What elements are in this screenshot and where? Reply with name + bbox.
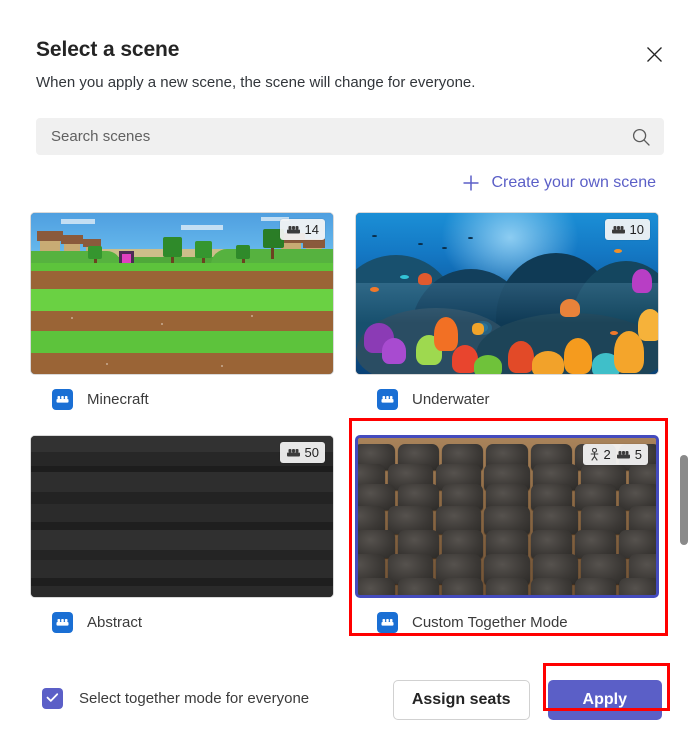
scene-capacity-badge: 2 5 bbox=[582, 444, 648, 465]
seats-icon bbox=[616, 449, 631, 461]
scene-label-row-abstract: Abstract bbox=[30, 612, 334, 633]
seats-count: 14 bbox=[304, 222, 319, 237]
scene-thumbnail-abstract[interactable]: 50 bbox=[30, 435, 334, 598]
together-mode-icon bbox=[52, 612, 73, 633]
checkmark-icon bbox=[46, 690, 59, 708]
close-button[interactable] bbox=[638, 38, 670, 70]
scene-card-minecraft[interactable]: 14 Minecraft bbox=[30, 212, 334, 410]
scene-thumbnail-custom-together-mode[interactable]: 2 5 bbox=[355, 435, 659, 598]
scene-label-row-underwater: Underwater bbox=[355, 389, 659, 410]
dialog-footer: Select together mode for everyone Assign… bbox=[0, 664, 700, 754]
footer-buttons: Assign seats Apply bbox=[392, 680, 662, 720]
scene-name: Minecraft bbox=[87, 391, 149, 408]
assign-seats-button[interactable]: Assign seats bbox=[392, 680, 530, 720]
apply-button[interactable]: Apply bbox=[547, 680, 662, 720]
scene-grid: 14 Minecraft 10 Underwater 50 Abstract 2… bbox=[30, 212, 670, 637]
seats-icon bbox=[286, 447, 301, 459]
scene-label-row-custom-together-mode: Custom Together Mode bbox=[355, 612, 659, 633]
seats-count: 50 bbox=[304, 445, 319, 460]
scene-name: Custom Together Mode bbox=[412, 614, 568, 631]
seats-count: 10 bbox=[629, 222, 644, 237]
together-mode-icon bbox=[377, 389, 398, 410]
scene-label-row-minecraft: Minecraft bbox=[30, 389, 334, 410]
scene-name: Underwater bbox=[412, 391, 490, 408]
seats-count: 5 bbox=[634, 447, 642, 462]
scene-thumbnail-minecraft[interactable]: 14 bbox=[30, 212, 334, 375]
search-input[interactable] bbox=[51, 128, 631, 145]
create-your-own-scene-button[interactable]: Create your own scene bbox=[461, 173, 656, 193]
together-mode-icon bbox=[377, 612, 398, 633]
select-together-mode-checkbox[interactable] bbox=[42, 688, 63, 709]
vertical-scrollbar-track[interactable] bbox=[678, 420, 690, 635]
scene-card-custom-together-mode[interactable]: 2 5 Custom Together Mode bbox=[355, 435, 659, 633]
create-your-own-scene-label: Create your own scene bbox=[491, 174, 656, 191]
scene-name: Abstract bbox=[87, 614, 143, 631]
seats-icon bbox=[611, 224, 626, 236]
dialog-subtitle: When you apply a new scene, the scene wi… bbox=[36, 74, 476, 91]
select-together-mode-label: Select together mode for everyone bbox=[79, 690, 310, 707]
standing-person-icon bbox=[589, 448, 600, 461]
select-together-mode-checkbox-row[interactable]: Select together mode for everyone bbox=[42, 688, 309, 709]
scene-capacity-badge: 10 bbox=[604, 219, 650, 240]
search-icon bbox=[631, 127, 651, 147]
vertical-scrollbar-thumb[interactable] bbox=[680, 455, 688, 545]
search-box[interactable] bbox=[36, 118, 664, 155]
scene-capacity-badge: 50 bbox=[279, 442, 325, 463]
scene-card-underwater[interactable]: 10 Underwater bbox=[355, 212, 659, 410]
together-mode-icon bbox=[52, 389, 73, 410]
scene-thumbnail-underwater[interactable]: 10 bbox=[355, 212, 659, 375]
plus-icon bbox=[461, 173, 481, 193]
close-icon bbox=[646, 46, 663, 63]
seats-icon bbox=[286, 224, 301, 236]
standing-count: 2 bbox=[603, 447, 611, 462]
page-title: Select a scene bbox=[36, 38, 180, 61]
scene-card-abstract[interactable]: 50 Abstract bbox=[30, 435, 334, 633]
select-scene-dialog: Select a scene When you apply a new scen… bbox=[0, 0, 700, 754]
dialog-header: Select a scene When you apply a new scen… bbox=[36, 38, 475, 91]
scene-capacity-badge: 14 bbox=[279, 219, 325, 240]
